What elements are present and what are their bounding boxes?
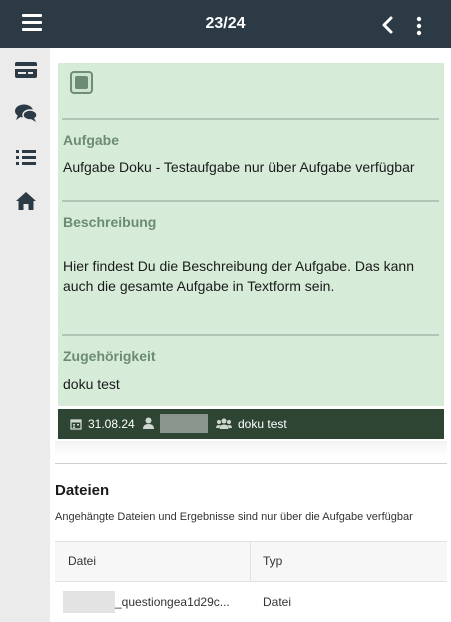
description-label: Beschreibung	[63, 214, 157, 230]
membership-label: Zugehörigkeit	[63, 348, 156, 364]
files-table: Datei Typ _questiongea1d29c... Datei	[55, 541, 447, 622]
file-name[interactable]: _questiongea1d29c...	[115, 595, 230, 609]
group-icon	[216, 418, 232, 432]
divider	[55, 463, 447, 464]
files-title: Dateien	[55, 482, 110, 499]
table-header: Datei Typ	[55, 541, 447, 582]
membership-value: doku test	[63, 376, 120, 392]
top-bar: 23/24	[0, 0, 451, 48]
home-icon[interactable]	[13, 189, 39, 213]
files-subtitle: Angehängte Dateien und Ergebnisse sind n…	[55, 511, 413, 523]
chat-icon[interactable]	[13, 101, 39, 125]
file-type: Datei	[263, 595, 292, 609]
task-label: Aufgabe	[63, 132, 119, 148]
card-footer: 31.08.24 doku test	[58, 409, 444, 439]
chevron-left-icon[interactable]	[379, 15, 397, 35]
task-checkbox[interactable]	[70, 71, 93, 94]
list-icon[interactable]	[13, 145, 39, 169]
section-separator	[55, 441, 447, 457]
user-icon	[143, 417, 154, 432]
calendar-icon	[70, 418, 82, 433]
card-divider	[62, 200, 439, 202]
due-date: 31.08.24	[88, 417, 135, 431]
card-icon[interactable]	[13, 58, 39, 82]
description-value: Hier findest Du die Beschreibung der Auf…	[63, 258, 414, 294]
column-header-file[interactable]: Datei	[55, 542, 251, 581]
card-divider	[62, 334, 439, 336]
group-name: doku test	[238, 417, 287, 431]
card-divider	[62, 118, 439, 120]
task-card: Aufgabe Aufgabe Doku - Testaufgabe nur ü…	[58, 60, 444, 406]
vertical-dots-icon[interactable]	[414, 16, 424, 36]
assignee-name-redacted	[160, 414, 208, 433]
table-row[interactable]: _questiongea1d29c... Datei	[55, 582, 447, 622]
filename-prefix-redacted	[63, 591, 115, 613]
file-cell: _questiongea1d29c...	[55, 591, 251, 613]
task-value: Aufgabe Doku - Testaufgabe nur über Aufg…	[63, 159, 415, 175]
sidebar	[0, 48, 50, 622]
column-header-type[interactable]: Typ	[251, 542, 282, 581]
